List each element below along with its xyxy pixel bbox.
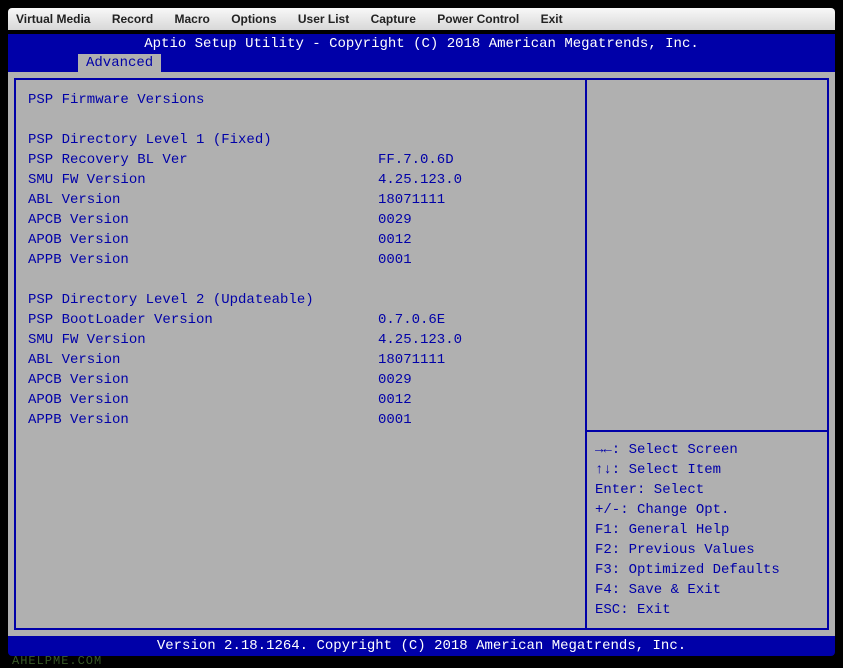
info-label: ABL Version <box>28 190 378 210</box>
menu-record[interactable]: Record <box>112 12 153 26</box>
info-row: APCB Version0029 <box>28 370 573 390</box>
help-change-opt: +/-: Change Opt. <box>595 500 819 520</box>
info-row: APCB Version0029 <box>28 210 573 230</box>
menu-user-list[interactable]: User List <box>298 12 349 26</box>
info-label: APOB Version <box>28 390 378 410</box>
info-label: SMU FW Version <box>28 330 378 350</box>
section2-heading: PSP Directory Level 2 (Updateable) <box>28 290 573 310</box>
help-f4: F4: Save & Exit <box>595 580 819 600</box>
info-label: PSP Recovery BL Ver <box>28 150 378 170</box>
help-enter: Enter: Select <box>595 480 819 500</box>
help-f1: F1: General Help <box>595 520 819 540</box>
section1-heading: PSP Directory Level 1 (Fixed) <box>28 130 573 150</box>
help-esc: ESC: Exit <box>595 600 819 620</box>
tab-bar: Advanced <box>8 54 835 72</box>
menu-options[interactable]: Options <box>231 12 276 26</box>
info-value: 18071111 <box>378 350 573 370</box>
info-value: 0012 <box>378 230 573 250</box>
menu-macro[interactable]: Macro <box>175 12 210 26</box>
help-description <box>587 80 827 430</box>
info-value: 0001 <box>378 410 573 430</box>
info-label: APCB Version <box>28 210 378 230</box>
watermark: AHELPME.COM <box>0 654 843 668</box>
info-row: APPB Version0001 <box>28 250 573 270</box>
info-value: 0029 <box>378 370 573 390</box>
menu-exit[interactable]: Exit <box>541 12 563 26</box>
info-label: APPB Version <box>28 250 378 270</box>
info-label: APCB Version <box>28 370 378 390</box>
info-label: PSP BootLoader Version <box>28 310 378 330</box>
info-row: SMU FW Version4.25.123.0 <box>28 330 573 350</box>
info-value: 4.25.123.0 <box>378 330 573 350</box>
info-value: FF.7.0.6D <box>378 150 573 170</box>
info-value: 18071111 <box>378 190 573 210</box>
info-row: ABL Version18071111 <box>28 350 573 370</box>
bios-footer: Version 2.18.1264. Copyright (C) 2018 Am… <box>8 636 835 656</box>
help-select-screen: →←: Select Screen <box>595 440 819 460</box>
info-row: SMU FW Version4.25.123.0 <box>28 170 573 190</box>
info-value: 4.25.123.0 <box>378 170 573 190</box>
info-row: APOB Version0012 <box>28 390 573 410</box>
info-row: PSP Recovery BL VerFF.7.0.6D <box>28 150 573 170</box>
info-label: ABL Version <box>28 350 378 370</box>
main-content: PSP Firmware Versions PSP Directory Leve… <box>16 80 585 628</box>
help-keys: →←: Select Screen ↑↓: Select Item Enter:… <box>587 430 827 628</box>
help-f3: F3: Optimized Defaults <box>595 560 819 580</box>
bios-header: Aptio Setup Utility - Copyright (C) 2018… <box>8 34 835 54</box>
help-f2: F2: Previous Values <box>595 540 819 560</box>
info-label: SMU FW Version <box>28 170 378 190</box>
info-row: APOB Version0012 <box>28 230 573 250</box>
info-label: APPB Version <box>28 410 378 430</box>
info-row: PSP BootLoader Version0.7.0.6E <box>28 310 573 330</box>
menu-capture[interactable]: Capture <box>371 12 416 26</box>
help-select-item: ↑↓: Select Item <box>595 460 819 480</box>
info-row: ABL Version18071111 <box>28 190 573 210</box>
info-value: 0029 <box>378 210 573 230</box>
info-label: APOB Version <box>28 230 378 250</box>
info-value: 0001 <box>378 250 573 270</box>
menu-power-control[interactable]: Power Control <box>437 12 519 26</box>
info-row: APPB Version0001 <box>28 410 573 430</box>
page-title: PSP Firmware Versions <box>28 90 573 110</box>
info-value: 0.7.0.6E <box>378 310 573 330</box>
info-value: 0012 <box>378 390 573 410</box>
tab-advanced[interactable]: Advanced <box>78 54 161 72</box>
menu-virtual-media[interactable]: Virtual Media <box>16 12 90 26</box>
menubar: Virtual Media Record Macro Options User … <box>8 8 835 30</box>
